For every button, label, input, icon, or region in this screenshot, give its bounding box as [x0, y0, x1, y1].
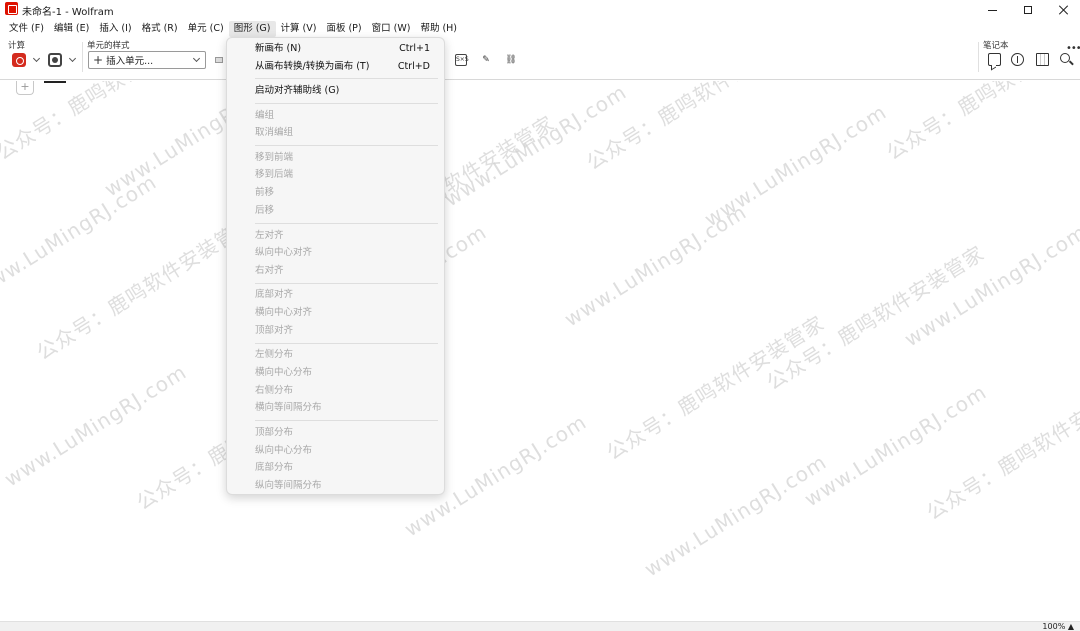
- notebook-toolbar: 计算 单元的样式 + 插入单元... S×S ✎ ⛓ 笔记本 •••: [0, 38, 1080, 80]
- watermark: www.LuMingRJ.com: [700, 99, 891, 232]
- watermark: 公众号：鹿鸣软件安装管家: [32, 210, 259, 365]
- menu-divider: [255, 78, 438, 79]
- menu-graphics[interactable]: 图形 (G): [228, 21, 276, 37]
- chevron-down-icon[interactable]: [32, 54, 41, 63]
- menu-item-send-backward: 后移: [255, 205, 275, 216]
- status-bar: 100% ▲: [0, 621, 1080, 631]
- menu-item-group: 编组: [255, 110, 275, 121]
- kernel-icon[interactable]: [48, 53, 62, 67]
- watermark: www.LuMingRJ.com: [800, 379, 991, 512]
- watermark: www.LuMingRJ.com: [640, 449, 831, 582]
- notebook-icon[interactable]: [1036, 53, 1049, 66]
- link-icon[interactable]: ⛓: [505, 54, 517, 66]
- watermark: 公众号：鹿鸣软件安装管家: [582, 81, 809, 175]
- menu-window[interactable]: 窗口 (W): [367, 21, 416, 37]
- watermark: www.LuMingRJ.com: [560, 199, 751, 332]
- cell-style-label: 单元的样式: [87, 41, 130, 51]
- graphics-menu: 新画布 (N) Ctrl+1 从画布转换/转换为画布 (T) Ctrl+D 启动…: [226, 37, 445, 495]
- menu-item-send-to-back: 移到后端: [255, 169, 294, 180]
- menu-item-ungroup: 取消编组: [255, 127, 294, 138]
- menu-item-distribute-vertical-equal: 纵向等间隔分布: [255, 480, 322, 491]
- menu-divider: [255, 103, 438, 104]
- menu-item-convert-canvas[interactable]: 从画布转换/转换为画布 (T): [255, 61, 369, 73]
- menu-format[interactable]: 格式 (R): [137, 21, 183, 37]
- shortcut-label: Ctrl+D: [397, 61, 430, 72]
- menu-evaluation[interactable]: 计算 (V): [276, 21, 322, 37]
- menu-divider: [255, 343, 438, 344]
- more-icon[interactable]: •••: [1066, 43, 1080, 54]
- menu-cell[interactable]: 单元 (C): [183, 21, 229, 37]
- menu-item-distribute-bottom: 底部分布: [255, 462, 294, 473]
- maximize-button[interactable]: [1010, 0, 1046, 20]
- menu-divider: [255, 145, 438, 146]
- menu-divider: [255, 223, 438, 224]
- menu-insert[interactable]: 插入 (I): [94, 21, 136, 37]
- notebook-label: 笔记本: [983, 41, 1009, 51]
- maximize-icon: [1024, 6, 1032, 14]
- cell-insert-button[interactable]: +: [16, 81, 34, 95]
- pen-icon[interactable]: ✎: [480, 54, 492, 66]
- menu-item-align-right: 右对齐: [255, 265, 284, 276]
- minimize-button[interactable]: [974, 0, 1010, 20]
- search-icon[interactable]: [1060, 53, 1070, 63]
- menu-divider: [255, 283, 438, 284]
- menu-divider: [255, 420, 438, 421]
- window-title: 未命名-1 - Wolfram: [22, 7, 114, 18]
- menu-item-align-bottom: 底部对齐: [255, 289, 294, 300]
- menu-item-distribute-top: 顶部分布: [255, 427, 294, 438]
- menu-item-alignment-guides[interactable]: 启动对齐辅助线 (G): [255, 85, 339, 97]
- menu-item-align-vertical-center: 纵向中心对齐: [255, 247, 313, 258]
- chat-icon[interactable]: [988, 53, 1001, 66]
- menu-item-align-top: 顶部对齐: [255, 325, 294, 336]
- menu-item-new-canvas[interactable]: 新画布 (N): [255, 43, 301, 55]
- menu-palettes[interactable]: 面板 (P): [321, 21, 366, 37]
- minimize-icon: [987, 9, 997, 11]
- evaluate-icon[interactable]: [12, 53, 26, 67]
- menu-item-distribute-left: 左侧分布: [255, 349, 294, 360]
- menu-item-align-left: 左对齐: [255, 230, 284, 241]
- watermark: 公众号：鹿鸣软件安装管家: [602, 310, 829, 465]
- menu-edit[interactable]: 编辑 (E): [49, 21, 94, 37]
- plus-icon: +: [93, 53, 104, 67]
- menu-item-distribute-horizontal-equal: 横向等间隔分布: [255, 402, 322, 413]
- toolbar-divider: [978, 42, 979, 72]
- watermark: 公众号：鹿鸣软件安装管家: [922, 370, 1080, 525]
- watermark: www.LuMingRJ.com: [440, 81, 631, 212]
- menu-item-bring-to-front: 移到前端: [255, 152, 294, 163]
- cell-insertion-cursor: [44, 81, 66, 83]
- title-bar: 未命名-1 - Wolfram: [0, 0, 1080, 20]
- shortcut-label: Ctrl+1: [399, 43, 430, 54]
- sxs-icon[interactable]: S×S: [455, 54, 469, 66]
- cloud-upload-icon[interactable]: [1011, 53, 1024, 66]
- menu-file[interactable]: 文件 (F): [4, 21, 49, 37]
- watermark: 公众号：鹿鸣软件安装管家: [762, 240, 989, 395]
- menu-help[interactable]: 帮助 (H): [415, 21, 462, 37]
- menu-item-align-horizontal-center: 横向中心对齐: [255, 307, 313, 318]
- cell-style-dropdown[interactable]: + 插入单元...: [88, 51, 206, 69]
- menu-item-distribute-horizontal-center: 横向中心分布: [255, 367, 313, 378]
- watermark: 公众号：鹿鸣软件安装管家: [882, 81, 1080, 165]
- menu-item-distribute-vertical-center: 纵向中心分布: [255, 445, 313, 456]
- zoom-level[interactable]: 100% ▲: [1042, 622, 1074, 631]
- close-button[interactable]: [1046, 0, 1080, 20]
- wolfram-logo-icon: [5, 2, 18, 15]
- toolbar-divider: [82, 42, 83, 72]
- frame-icon[interactable]: [215, 57, 223, 63]
- menu-item-distribute-right: 右侧分布: [255, 385, 294, 396]
- menu-bar: 文件 (F) 编辑 (E) 插入 (I) 格式 (R) 单元 (C) 图形 (G…: [0, 21, 462, 37]
- chevron-down-icon[interactable]: [68, 54, 77, 63]
- watermark: www.LuMingRJ.com: [0, 359, 191, 492]
- notebook-document[interactable]: + www.LuMingRJ.com 公众号：鹿鸣软件安装管家 www.LuMi…: [0, 81, 1080, 621]
- watermark: www.LuMingRJ.com: [0, 169, 161, 302]
- chevron-down-icon: [192, 54, 201, 63]
- insert-cell-placeholder: 插入单元...: [106, 56, 154, 67]
- menu-item-bring-forward: 前移: [255, 187, 275, 198]
- close-icon: [1059, 5, 1069, 15]
- compute-label: 计算: [8, 41, 26, 51]
- watermark: www.LuMingRJ.com: [900, 219, 1080, 352]
